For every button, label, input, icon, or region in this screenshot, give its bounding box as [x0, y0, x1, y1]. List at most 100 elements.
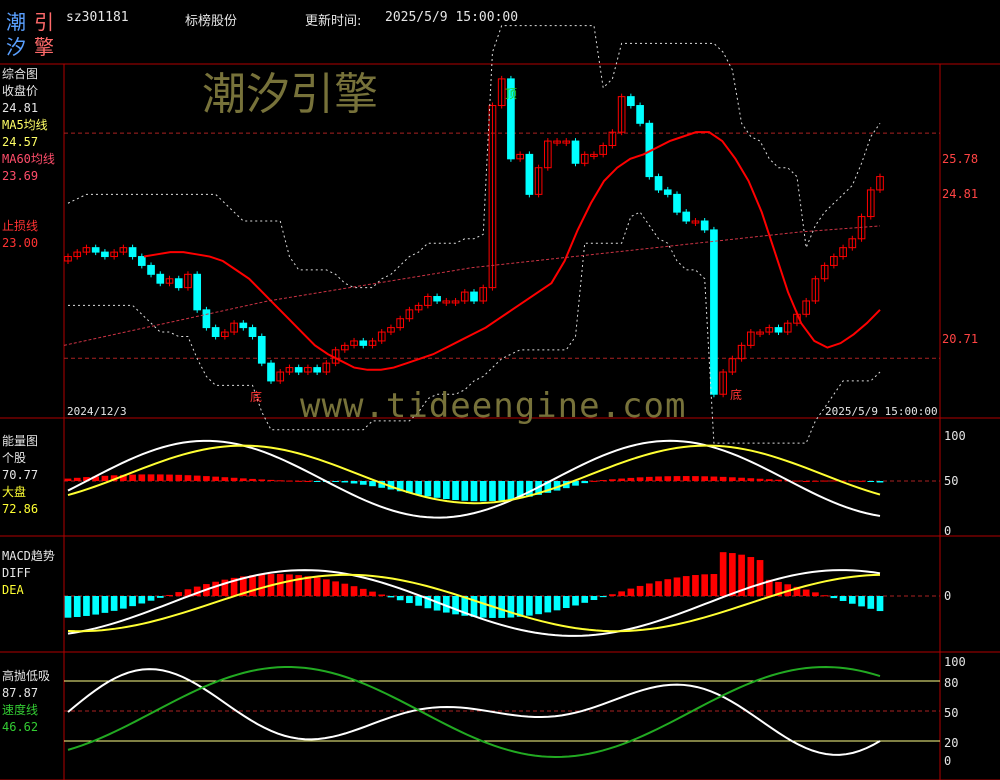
- macd-bar: [636, 585, 644, 596]
- energy-tick: 50: [944, 474, 959, 488]
- macd-bar: [92, 596, 100, 615]
- macd-bar: [378, 594, 386, 596]
- macd-bar: [350, 586, 358, 596]
- macd-bar: [701, 574, 709, 596]
- candle: [294, 367, 303, 373]
- macd-bar: [609, 594, 616, 596]
- url-watermark: www.tideengine.com: [300, 386, 687, 426]
- energy-bar: [313, 481, 321, 482]
- energy-bar: [258, 479, 266, 481]
- candle: [470, 291, 478, 302]
- bottom-marker: 底: [250, 390, 263, 404]
- macd-bar: [830, 596, 838, 599]
- energy-bar: [775, 479, 782, 481]
- energy-bar: [129, 474, 136, 481]
- energy-bar: [729, 477, 736, 481]
- candle: [627, 96, 635, 107]
- macd-bar: [590, 596, 598, 601]
- candle: [91, 247, 100, 253]
- energy-bar: [618, 478, 625, 481]
- close-value: 24.81: [2, 101, 39, 115]
- macd-bar: [664, 579, 672, 596]
- macd-bar: [369, 591, 376, 596]
- macd-bar: [627, 588, 635, 596]
- candle: [211, 327, 220, 337]
- energy-bar: [369, 481, 376, 487]
- macd-bar: [858, 596, 865, 607]
- macd-bar: [110, 596, 118, 611]
- macd-bar: [526, 596, 533, 616]
- hilo-tick: 0: [944, 754, 952, 768]
- macd-bar: [147, 596, 155, 601]
- macd-bar: [655, 581, 662, 596]
- energy-stock-label: 个股: [2, 451, 27, 465]
- macd-bar: [812, 592, 819, 596]
- energy-bar: [738, 477, 745, 481]
- macd-bar: [618, 591, 625, 596]
- energy-bar: [655, 476, 662, 481]
- macd-bar: [304, 576, 312, 596]
- candle: [257, 335, 266, 364]
- energy-bar: [479, 481, 487, 502]
- energy-bar: [359, 481, 367, 485]
- macd-bar: [507, 596, 515, 618]
- macd-bar: [120, 596, 127, 609]
- macd-bar: [258, 574, 266, 596]
- energy-bar: [101, 475, 109, 481]
- start-date: 2024/12/3: [67, 405, 127, 418]
- macd-bar: [479, 596, 487, 618]
- speed-value: 46.62: [2, 720, 39, 734]
- macd-bar: [323, 579, 330, 596]
- stop-loss-value: 23.00: [2, 236, 39, 250]
- energy-tick: 0: [944, 524, 952, 538]
- end-date: 2025/5/9 15:00:00: [825, 405, 938, 418]
- energy-bar: [424, 481, 432, 497]
- macd-bar: [415, 596, 422, 606]
- energy-panel-title: 能量图: [2, 434, 39, 448]
- hilo-tick: 20: [944, 736, 959, 750]
- macd-bar: [83, 596, 90, 616]
- energy-bar: [747, 478, 755, 481]
- energy-bar: [64, 478, 72, 481]
- macd-diff-label: DIFF: [2, 566, 31, 580]
- energy-bar: [489, 481, 496, 502]
- macd-bar: [156, 596, 164, 598]
- energy-bar: [609, 479, 616, 481]
- macd-bar: [645, 583, 653, 596]
- candle: [654, 176, 663, 191]
- energy-bar: [156, 474, 164, 481]
- energy-bar: [664, 476, 672, 481]
- energy-bar: [203, 476, 210, 481]
- macd-bar: [387, 596, 395, 598]
- energy-bar: [867, 481, 875, 482]
- main-panel-title: 综合图: [2, 67, 39, 81]
- energy-bar: [212, 476, 219, 481]
- candle: [239, 322, 248, 329]
- macd-bar: [581, 596, 589, 603]
- energy-bar: [304, 480, 312, 482]
- ma5-value: 24.57: [2, 135, 39, 149]
- macd-bar: [848, 596, 856, 604]
- top-marker: 顶: [505, 87, 518, 101]
- energy-bar: [710, 476, 718, 481]
- macd-bar: [544, 596, 552, 613]
- energy-bar: [636, 477, 644, 481]
- energy-bar: [239, 478, 247, 481]
- candle: [267, 362, 275, 382]
- energy-market-value: 72.86: [2, 502, 39, 516]
- candle: [128, 247, 137, 258]
- macd-bar: [710, 574, 718, 596]
- energy-bar: [802, 480, 810, 482]
- hilo-line: [67, 668, 881, 756]
- energy-bar: [147, 474, 155, 481]
- channel-upper: [67, 25, 881, 289]
- energy-bar: [221, 477, 229, 481]
- brand-watermark: 潮汐引擎: [202, 69, 378, 120]
- energy-bar: [590, 480, 598, 482]
- energy-bar: [295, 480, 303, 482]
- macd-bar: [286, 574, 293, 596]
- macd-bar: [138, 596, 146, 604]
- macd-tick: 0: [944, 589, 952, 603]
- candle: [571, 140, 580, 164]
- energy-bar: [461, 481, 469, 501]
